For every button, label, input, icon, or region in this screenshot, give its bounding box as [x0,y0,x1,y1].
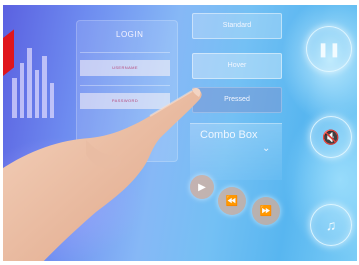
image-border [0,261,359,265]
touchscreen-interface-photo: LOGIN USERNAME PASSWORD Standard Hover P… [0,0,359,265]
pointing-hand [0,87,202,265]
image-border [0,0,3,265]
image-border [0,0,359,5]
